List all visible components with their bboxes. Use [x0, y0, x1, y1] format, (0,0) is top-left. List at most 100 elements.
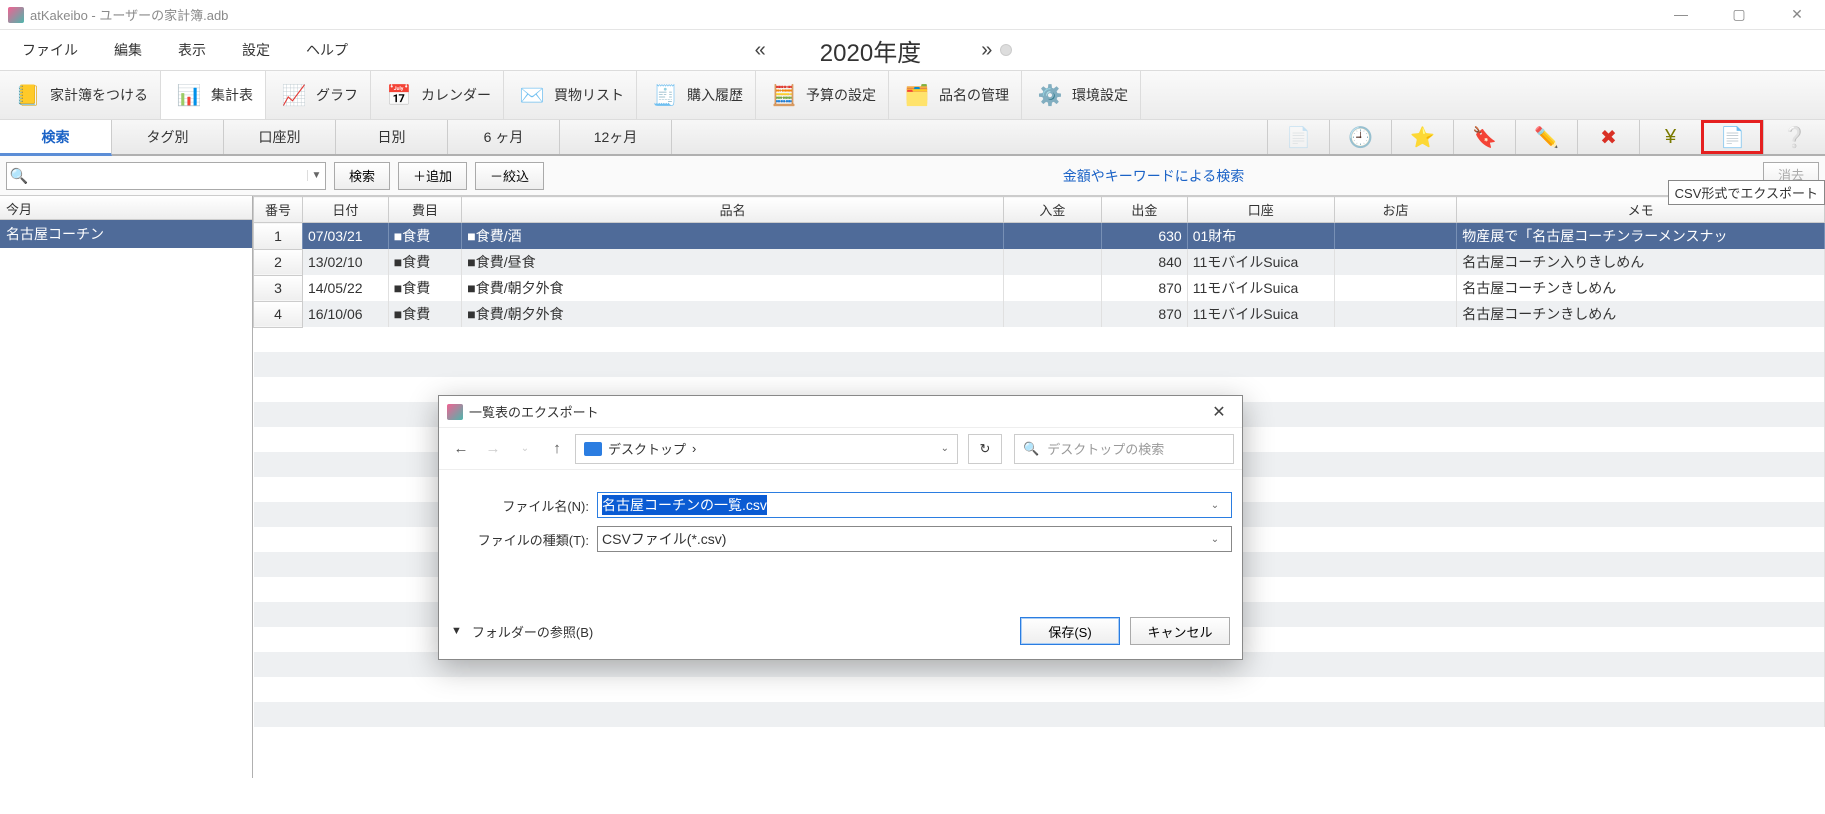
dialog-search-input[interactable]: 🔍 デスクトップの検索: [1014, 434, 1234, 464]
table-row[interactable]: 2 13/02/10 ■食費 ■食費/昼食 840 11モバイルSuica 名古…: [254, 249, 1825, 275]
export-dialog: 一覧表のエクスポート ✕ ← → ⌄ ↑ デスクトップ › ⌄ ↻ 🔍 デスクト…: [438, 395, 1243, 660]
filter-tab[interactable]: 6 ヶ月: [448, 120, 560, 154]
cell-expense: 870: [1101, 301, 1187, 327]
toolbar-label: カレンダー: [421, 85, 491, 105]
row-number: 3: [254, 275, 303, 301]
filename-dropdown-icon[interactable]: ⌄: [1203, 500, 1227, 511]
location-dropdown-icon[interactable]: ⌄: [941, 443, 949, 454]
menu-item[interactable]: ヘルプ: [288, 34, 366, 66]
toolbar-label: 購入履歴: [687, 85, 743, 105]
cell-memo: 名古屋コーチンきしめん: [1457, 301, 1825, 327]
filter-tab[interactable]: 12ヶ月: [560, 120, 672, 154]
history-icon[interactable]: 🕘: [1329, 120, 1391, 154]
search-dropdown-icon[interactable]: ▼: [307, 170, 325, 181]
history-icon: 🧾: [649, 79, 681, 111]
side-panel: 今月 名古屋コーチン: [0, 196, 253, 778]
filter-tab[interactable]: 検索: [0, 120, 112, 156]
cell-account: 01財布: [1187, 223, 1334, 250]
column-header[interactable]: 入金: [1003, 197, 1101, 223]
toolbar-button[interactable]: 🧮予算の設定: [756, 71, 889, 119]
year-next-button[interactable]: »: [981, 39, 986, 62]
csv-export-icon[interactable]: 📄: [1701, 120, 1763, 154]
filetype-select[interactable]: CSVファイル(*.csv) ⌄: [597, 526, 1232, 552]
side-panel-header: 今月: [0, 196, 252, 220]
save-button[interactable]: 保存(S): [1020, 617, 1120, 645]
add-button[interactable]: ＋追加: [398, 162, 467, 190]
table-row[interactable]: 3 14/05/22 ■食費 ■食費/朝夕外食 870 11モバイルSuica …: [254, 275, 1825, 301]
year-prev-button[interactable]: «: [755, 39, 760, 62]
dialog-close-button[interactable]: ✕: [1204, 402, 1234, 422]
column-header[interactable]: 番号: [254, 197, 303, 223]
star-icon[interactable]: ⭐: [1391, 120, 1453, 154]
filetype-value: CSVファイル(*.csv): [602, 529, 726, 549]
nav-up-button[interactable]: ↑: [543, 435, 571, 463]
column-header[interactable]: 口座: [1187, 197, 1334, 223]
toolbar-button[interactable]: ⚙️環境設定: [1022, 71, 1141, 119]
toolbar-button[interactable]: 📅 カレンダー: [371, 71, 504, 119]
nav-forward-button[interactable]: →: [479, 435, 507, 463]
column-header[interactable]: 日付: [303, 197, 389, 223]
filename-input[interactable]: 名古屋コーチンの一覧.csv ⌄: [597, 492, 1232, 518]
narrow-button[interactable]: －絞込: [475, 162, 544, 190]
cell-item: ■食費/昼食: [462, 249, 1004, 275]
delete-icon[interactable]: ✖: [1577, 120, 1639, 154]
menu-item[interactable]: 設定: [224, 34, 288, 66]
search-row: 🔍 ▼ 検索 ＋追加 －絞込 金額やキーワードによる検索 消去: [0, 156, 1825, 196]
cell-account: 11モバイルSuica: [1187, 249, 1334, 275]
column-header[interactable]: 品名: [462, 197, 1004, 223]
toolbar-button[interactable]: 📈グラフ: [266, 71, 371, 119]
nav-recent-button[interactable]: ⌄: [511, 435, 539, 463]
filetype-label: ファイルの種類(T):: [449, 530, 589, 549]
cell-memo: 名古屋コーチン入りきしめん: [1457, 249, 1825, 275]
toolbar-button[interactable]: 🧾 購入履歴: [637, 71, 756, 119]
cell-date: 07/03/21: [303, 223, 389, 250]
filter-tab[interactable]: 口座別: [224, 120, 336, 154]
table-row[interactable]: 1 07/03/21 ■食費 ■食費/酒 630 01財布 物産展で「名古屋コー…: [254, 223, 1825, 250]
cell-category: ■食費: [388, 249, 462, 275]
menu-item[interactable]: 編集: [96, 34, 160, 66]
table-row[interactable]: 4 16/10/06 ■食費 ■食費/朝夕外食 870 11モバイルSuica …: [254, 301, 1825, 327]
main-toolbar: 📒家計簿をつける📊集計表📈グラフ 📅 カレンダー ✉️買物リスト 🧾 購入履歴 🧮予算の設定…: [0, 70, 1825, 120]
copy-icon[interactable]: 📄: [1267, 120, 1329, 154]
cancel-button[interactable]: キャンセル: [1130, 617, 1230, 645]
toolbar-label: 家計簿をつける: [50, 85, 148, 105]
column-header[interactable]: お店: [1334, 197, 1457, 223]
browse-folders-toggle[interactable]: フォルダーの参照(B): [472, 622, 593, 641]
tag-icon[interactable]: 🔖: [1453, 120, 1515, 154]
refresh-button[interactable]: ↻: [968, 434, 1002, 464]
toolbar-label: 品名の管理: [939, 85, 1009, 105]
toolbar-label: グラフ: [316, 85, 358, 105]
search-button[interactable]: 検索: [334, 162, 390, 190]
help-icon[interactable]: ❔: [1763, 120, 1825, 154]
folder-icon: [584, 442, 602, 456]
toolbar-button[interactable]: ✉️買物リスト: [504, 71, 637, 119]
table-row-empty: [254, 702, 1825, 727]
location-breadcrumb[interactable]: デスクトップ › ⌄: [575, 434, 958, 464]
filter-tab[interactable]: 日別: [336, 120, 448, 154]
toolbar-button[interactable]: 📊集計表: [161, 71, 266, 119]
filter-tab[interactable]: タグ別: [112, 120, 224, 154]
cell-category: ■食費: [388, 275, 462, 301]
calendar-icon: 📅: [383, 79, 415, 111]
column-header[interactable]: 出金: [1101, 197, 1187, 223]
cell-shop: [1334, 249, 1457, 275]
search-input[interactable]: 🔍 ▼: [6, 162, 326, 190]
minimize-button[interactable]: —: [1661, 6, 1701, 23]
menu-item[interactable]: ファイル: [4, 34, 96, 66]
cell-account: 11モバイルSuica: [1187, 275, 1334, 301]
row-number: 2: [254, 249, 303, 275]
nav-back-button[interactable]: ←: [447, 435, 475, 463]
side-panel-item[interactable]: 名古屋コーチン: [0, 220, 252, 248]
edit-icon[interactable]: ✏️: [1515, 120, 1577, 154]
toolbar-button[interactable]: 🗂️品名の管理: [889, 71, 1022, 119]
close-button[interactable]: ✕: [1777, 6, 1817, 23]
table-row-empty: [254, 677, 1825, 702]
cell-expense: 630: [1101, 223, 1187, 250]
column-header[interactable]: 費目: [388, 197, 462, 223]
menu-item[interactable]: 表示: [160, 34, 224, 66]
filter-tabs: 検索タグ別口座別日別6 ヶ月12ヶ月📄🕘⭐🔖✏️✖¥📄❔: [0, 120, 1825, 156]
toolbar-button[interactable]: 📒家計簿をつける: [0, 71, 161, 119]
maximize-button[interactable]: ▢: [1719, 6, 1759, 23]
yen-icon[interactable]: ¥: [1639, 120, 1701, 154]
filetype-dropdown-icon[interactable]: ⌄: [1203, 534, 1227, 545]
